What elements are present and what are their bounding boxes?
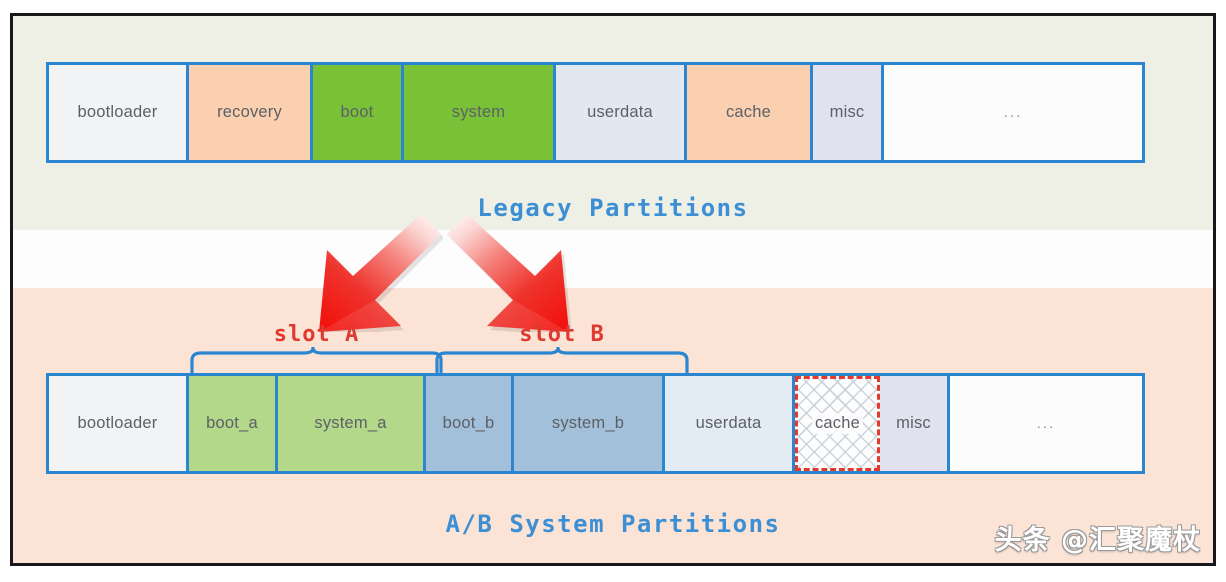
diagram-canvas: bootloader recovery boot system userdata… xyxy=(0,0,1226,582)
partition-bootloader: bootloader xyxy=(49,65,189,160)
partition-label: misc xyxy=(896,414,931,432)
partition-label: userdata xyxy=(587,103,653,121)
gap-band-background xyxy=(13,230,1213,288)
partition-boot: boot xyxy=(313,65,404,160)
partition-label: system xyxy=(451,103,506,121)
partition-cache-removed: cache xyxy=(795,376,880,471)
partition-userdata: userdata xyxy=(556,65,687,160)
partition-cache: cache xyxy=(687,65,813,160)
partition-label: system_a xyxy=(314,414,387,432)
slot-b-label: slot B xyxy=(519,322,605,347)
partition-bootloader: bootloader xyxy=(49,376,189,471)
partition-system-a: system_a xyxy=(278,376,426,471)
partition-more: ... xyxy=(950,376,1142,471)
partition-system: system xyxy=(404,65,556,160)
watermark-text: 头条 @汇聚魔杖 xyxy=(994,525,1201,556)
partition-label: bootloader xyxy=(77,414,158,432)
partition-recovery: recovery xyxy=(189,65,313,160)
partition-label: userdata xyxy=(695,414,762,432)
partition-label: misc xyxy=(829,103,865,121)
image-frame: bootloader recovery boot system userdata… xyxy=(10,13,1216,566)
partition-boot-a: boot_a xyxy=(189,376,278,471)
transition-arrow-left-icon xyxy=(313,212,444,337)
ab-partition-strip: bootloader boot_a system_a boot_b system… xyxy=(46,373,1145,474)
slot-a-label: slot A xyxy=(273,322,360,347)
partition-label: bootloader xyxy=(77,103,158,121)
partition-misc: misc xyxy=(813,65,884,160)
partition-label: ... xyxy=(1036,415,1056,432)
partition-userdata: userdata xyxy=(665,376,795,471)
partition-boot-b: boot_b xyxy=(426,376,514,471)
partition-label: cache xyxy=(811,413,864,434)
partition-label: recovery xyxy=(217,103,282,121)
partition-misc: misc xyxy=(880,376,950,471)
partition-label: boot_a xyxy=(206,414,258,432)
partition-more: ... xyxy=(884,65,1142,160)
legacy-caption: Legacy Partitions xyxy=(477,194,749,222)
partition-system-b: system_b xyxy=(514,376,665,471)
partition-label: cache xyxy=(725,103,772,121)
transition-arrow-right-icon xyxy=(445,212,575,337)
legacy-partition-strip: bootloader recovery boot system userdata… xyxy=(46,62,1145,163)
partition-label: boot_b xyxy=(442,414,495,432)
partition-label: system_b xyxy=(551,414,625,432)
partition-label: ... xyxy=(1003,104,1023,121)
partition-label: boot xyxy=(340,103,374,121)
